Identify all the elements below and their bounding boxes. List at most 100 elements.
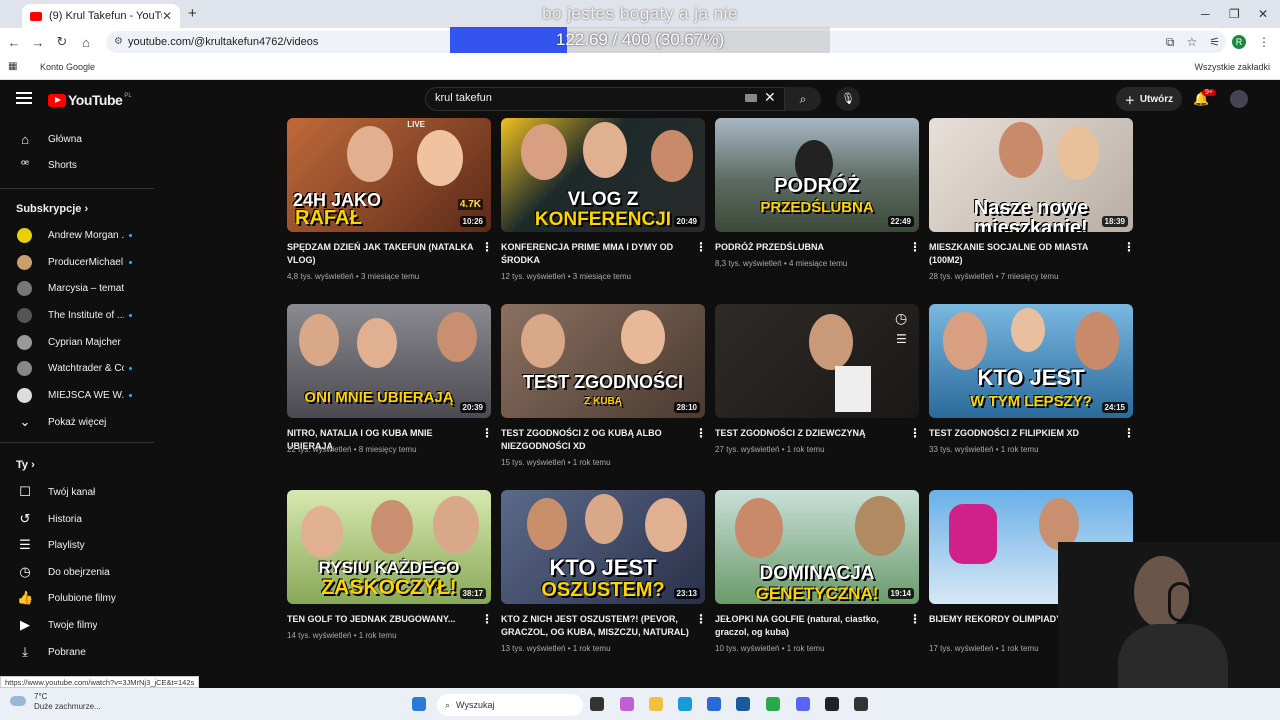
create-button[interactable]: ＋ Utwórz	[1116, 87, 1182, 111]
sidebar-item-home[interactable]: ⌂ Główna	[0, 126, 154, 152]
video-duration: 19:14	[887, 588, 914, 599]
keyboard-icon[interactable]	[745, 94, 757, 102]
more-actions-icon[interactable]: ⋮	[909, 613, 921, 625]
sidebar-item-history[interactable]: ↺ Historia	[0, 506, 154, 532]
video-title[interactable]: TEST ZGODNOŚCI Z FILIPKIEM XD	[929, 427, 1119, 440]
sidebar-sub-6[interactable]: Watchtrader & Co	[0, 355, 154, 381]
sidebar-item-your-videos[interactable]: ▶ Twoje filmy	[0, 612, 154, 638]
sidebar-sub-3[interactable]: Marcysia – temat	[0, 275, 154, 301]
minimize-icon[interactable]: ─	[1201, 7, 1210, 21]
outlook-icon[interactable]	[707, 697, 721, 711]
new-content-dot	[129, 313, 132, 317]
app-icon[interactable]	[825, 697, 839, 711]
sidebar-sub-7[interactable]: MIEJSCA WE W...	[0, 382, 154, 408]
sidebar-item-shorts[interactable]: ꟹ Shorts	[0, 152, 154, 178]
weather-widget[interactable]: 7°C Duże zachmurze...	[10, 692, 101, 712]
bookmark-google-account[interactable]: Konto Google	[40, 62, 95, 72]
new-tab-icon[interactable]: +	[188, 5, 197, 22]
video-title[interactable]: JEŁOPKI NA GOLFIE (natural, ciastko, gra…	[715, 613, 905, 639]
chrome-icon[interactable]	[766, 697, 780, 711]
profile-avatar[interactable]: R	[1232, 35, 1246, 49]
install-icon[interactable]: ⧉	[1166, 35, 1175, 50]
add-to-queue-icon[interactable]: ☰	[896, 332, 907, 346]
browser-menu-icon[interactable]: ⋮	[1258, 35, 1270, 49]
video-thumbnail[interactable]: LIVE 24H JAKO RAFAŁ 4.7K 10:26	[287, 118, 491, 232]
video-thumbnail[interactable]: DOMINACJA GENETYCZNA! 19:14	[715, 490, 919, 604]
taskbar-search[interactable]: ⌕ Wyszukaj	[437, 694, 583, 716]
video-title[interactable]: SPĘDZAM DZIEŃ JAK TAKEFUN (NATALKA VLOG)	[287, 241, 477, 267]
video-meta: 33 tys. wyświetleń • 1 rok temu	[929, 445, 1039, 454]
video-thumbnail[interactable]: KTO JEST W TYM LEPSZY? 24:15	[929, 304, 1133, 418]
subscriptions-heading[interactable]: Subskrypcje ›	[16, 203, 88, 215]
windows-start-icon[interactable]	[412, 697, 426, 711]
mic-icon[interactable]: 🎙	[836, 87, 860, 111]
video-thumbnail[interactable]: PODRÓŻ PRZEDŚLUBNA 22:49	[715, 118, 919, 232]
browser-tab[interactable]: (9) Krul Takefun - YouTube ✕	[22, 4, 180, 28]
edge-icon[interactable]	[678, 697, 692, 711]
more-actions-icon[interactable]: ⋮	[909, 427, 921, 439]
sidebar-sub-5[interactable]: Cyprian Majcher	[0, 329, 154, 355]
more-actions-icon[interactable]: ⋮	[695, 427, 707, 439]
video-meta: 28 tys. wyświetleń • 7 miesięcy temu	[929, 272, 1059, 281]
logo-text: YouTube	[68, 92, 123, 108]
youtube-logo[interactable]: YouTube PL	[48, 92, 132, 108]
more-actions-icon[interactable]: ⋮	[1123, 427, 1135, 439]
sidebar-sub-4[interactable]: The Institute of ...	[0, 302, 154, 328]
video-thumbnail[interactable]: Nasze nowe mieszkanie! 18:39	[929, 118, 1133, 232]
more-actions-icon[interactable]: ⋮	[481, 427, 493, 439]
show-more-button[interactable]: ⌄ Pokaż więcej	[0, 409, 154, 435]
more-actions-icon[interactable]: ⋮	[695, 613, 707, 625]
file-explorer-icon[interactable]	[649, 697, 663, 711]
back-icon[interactable]: ←	[2, 35, 26, 50]
menu-icon[interactable]	[16, 92, 32, 104]
sidebar-item-your-channel[interactable]: ☐ Twój kanał	[0, 479, 154, 505]
close-window-icon[interactable]: ✕	[1258, 7, 1268, 21]
video-title[interactable]: MIESZKANIE SOCJALNE OD MIASTA (100M2)	[929, 241, 1119, 267]
video-title[interactable]: PODRÓŻ PRZEDŚLUBNA	[715, 241, 905, 254]
watch-later-icon[interactable]: ◷	[895, 310, 907, 327]
search-button[interactable]: ⌕	[785, 87, 821, 111]
sidebar-item-liked[interactable]: 👍 Polubione filmy	[0, 585, 154, 611]
extensions-icon[interactable]: ⚟	[1209, 35, 1220, 49]
task-view-icon[interactable]	[590, 697, 604, 711]
video-thumbnail[interactable]: KTO JEST OSZUSTEM? 23:13	[501, 490, 705, 604]
close-tab-icon[interactable]: ✕	[162, 9, 172, 23]
site-info-icon[interactable]: ⚙	[114, 36, 123, 47]
all-bookmarks[interactable]: Wszystkie zakładki	[1194, 62, 1270, 72]
sidebar-sub-2[interactable]: ProducerMichael	[0, 249, 154, 275]
video-thumbnail[interactable]: VLOG Z KONFERENCJI 20:49	[501, 118, 705, 232]
more-actions-icon[interactable]: ⋮	[481, 241, 493, 253]
video-title[interactable]: KONFERENCJA PRIME MMA I DYMY OD ŚRODKA	[501, 241, 691, 267]
new-content-dot	[129, 260, 132, 264]
obs-icon[interactable]	[854, 697, 868, 711]
home-browser-icon[interactable]: ⌂	[74, 35, 98, 50]
video-title[interactable]: TEST ZGODNOŚCI Z OG KUBĄ ALBO NIEZGODNOŚ…	[501, 427, 691, 453]
bookmark-star-icon[interactable]: ☆	[1186, 35, 1197, 49]
you-heading[interactable]: Ty ›	[16, 459, 35, 471]
reload-icon[interactable]: ↻	[50, 34, 74, 50]
store-icon[interactable]	[736, 697, 750, 711]
video-title[interactable]: TEST ZGODNOŚCI Z DZIEWCZYNĄ	[715, 427, 905, 440]
sidebar-item-watch-later[interactable]: ◷ Do obejrzenia	[0, 559, 154, 585]
video-thumbnail[interactable]: TEST ZGODNOŚCI Z KUBĄ 28:10	[501, 304, 705, 418]
more-actions-icon[interactable]: ⋮	[1123, 241, 1135, 253]
forward-icon[interactable]: →	[26, 35, 50, 50]
video-title[interactable]: TEN GOLF TO JEDNAK ZBUGOWANY...	[287, 613, 477, 626]
apps-icon[interactable]: ▦	[8, 61, 17, 72]
clear-search-icon[interactable]: ✕	[764, 89, 776, 106]
sidebar-sub-1[interactable]: Andrew Morgan ...	[0, 222, 154, 248]
more-actions-icon[interactable]: ⋮	[695, 241, 707, 253]
maximize-icon[interactable]: ❐	[1229, 7, 1240, 21]
search-input[interactable]: krul takefun	[425, 87, 785, 111]
sidebar-item-playlists[interactable]: ☰ Playlisty	[0, 532, 154, 558]
video-thumbnail[interactable]: ◷ ☰	[715, 304, 919, 418]
video-thumbnail[interactable]: ONI MNIE UBIERAJĄ 20:39	[287, 304, 491, 418]
more-actions-icon[interactable]: ⋮	[909, 241, 921, 253]
video-title[interactable]: KTO Z NICH JEST OSZUSTEM?! (PEVOR, GRACZ…	[501, 613, 691, 639]
user-avatar[interactable]	[1230, 90, 1248, 108]
discord-icon[interactable]	[796, 697, 810, 711]
sidebar-item-downloads[interactable]: ⤓ Pobrane	[0, 639, 154, 665]
copilot-icon[interactable]	[620, 697, 634, 711]
more-actions-icon[interactable]: ⋮	[481, 613, 493, 625]
video-thumbnail[interactable]: RYSIU KAŻDEGO ZASKOCZYŁ! 38:17	[287, 490, 491, 604]
